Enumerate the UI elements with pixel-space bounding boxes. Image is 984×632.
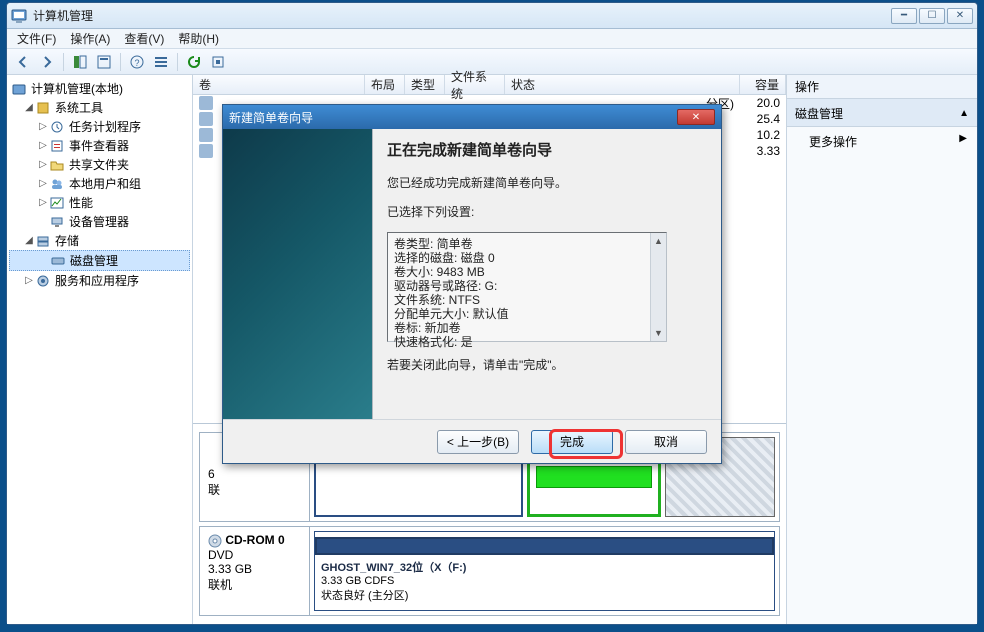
menu-file[interactable]: 文件(F): [17, 30, 56, 47]
tree-disk-management[interactable]: 磁盘管理: [9, 250, 190, 271]
dialog-selected-label: 已选择下列设置:: [387, 203, 707, 220]
show-hide-tree-icon[interactable]: [70, 52, 90, 72]
navigation-tree[interactable]: 计算机管理(本地) ◢ 系统工具 ▷ 任务计划程序 ▷ 事件查看器 ▷ 共享文件…: [7, 75, 193, 624]
dialog-sidebar-image: [223, 129, 373, 419]
tree-performance[interactable]: ▷ 性能: [9, 193, 190, 212]
col-capacity[interactable]: 容量: [740, 75, 786, 94]
list-view-icon[interactable]: [151, 52, 171, 72]
menubar: 文件(F) 操作(A) 查看(V) 帮助(H): [7, 29, 977, 49]
col-layout[interactable]: 布局: [365, 75, 405, 94]
svg-text:?: ?: [134, 58, 139, 68]
dialog-success-msg: 您已经成功完成新建简单卷向导。: [387, 174, 707, 191]
refresh-icon[interactable]: [184, 52, 204, 72]
cdrom-partition-wrap: GHOST_WIN7_32位（X（F:) 3.33 GB CDFS 状态良好 (…: [310, 527, 779, 615]
dialog-heading: 正在完成新建简单卷向导: [387, 139, 707, 160]
settings-icon[interactable]: [208, 52, 228, 72]
dialog-close-button[interactable]: ✕: [677, 109, 715, 125]
disk-block-cdrom[interactable]: CD-ROM 0 DVD 3.33 GB 联机 GHOST_WIN7_32位（X…: [199, 526, 780, 616]
cdrom-label: CD-ROM 0: [225, 533, 284, 547]
tree-event-viewer[interactable]: ▷ 事件查看器: [9, 136, 190, 155]
close-button[interactable]: ✕: [947, 8, 973, 24]
collapse-arrow-icon: ▲: [959, 108, 969, 119]
volume-list-header: 卷 布局 类型 文件系统 状态 容量: [193, 75, 786, 95]
tree-services-apps[interactable]: ▷ 服务和应用程序: [9, 271, 190, 290]
dialog-settings-list[interactable]: 卷类型: 简单卷 选择的磁盘: 磁盘 0 卷大小: 9483 MB 驱动器号或路…: [387, 232, 667, 342]
finish-button[interactable]: 完成: [531, 430, 613, 454]
tree-local-users[interactable]: ▷ 本地用户和组: [9, 174, 190, 193]
tree-device-manager[interactable]: 设备管理器: [9, 212, 190, 231]
partition-status: 状态良好 (主分区): [321, 590, 408, 602]
actions-more[interactable]: 更多操作 ▶: [787, 127, 977, 156]
tree-root[interactable]: 计算机管理(本地): [9, 79, 190, 98]
col-type[interactable]: 类型: [405, 75, 445, 94]
col-filesystem[interactable]: 文件系统: [445, 75, 505, 94]
tree-system-tools[interactable]: ◢ 系统工具: [9, 98, 190, 117]
cdrom-size: 3.33 GB: [208, 562, 252, 576]
tree-shared-folders[interactable]: ▷ 共享文件夹: [9, 155, 190, 174]
help-icon[interactable]: ?: [127, 52, 147, 72]
dialog-content: 正在完成新建简单卷向导 您已经成功完成新建简单卷向导。 已选择下列设置: 卷类型…: [373, 129, 721, 419]
actions-pane: 操作 磁盘管理 ▲ 更多操作 ▶: [787, 75, 977, 624]
tree-task-scheduler[interactable]: ▷ 任务计划程序: [9, 117, 190, 136]
actions-header: 操作: [787, 75, 977, 99]
app-icon: [11, 8, 27, 24]
cdrom-type: DVD: [208, 548, 233, 562]
back-icon[interactable]: [13, 52, 33, 72]
cancel-button[interactable]: 取消: [625, 430, 707, 454]
scroll-up-icon[interactable]: ▲: [651, 233, 666, 249]
titlebar: 计算机管理 ━ ☐ ✕: [7, 3, 977, 29]
partition-size: 3.33 GB CDFS: [321, 575, 394, 587]
dialog-footer: < 上一步(B) 完成 取消: [223, 419, 721, 463]
scroll-down-icon[interactable]: ▼: [651, 325, 666, 341]
back-button[interactable]: < 上一步(B): [437, 430, 519, 454]
window-title: 计算机管理: [33, 7, 891, 24]
cdrom-state: 联机: [208, 578, 232, 592]
submenu-arrow-icon: ▶: [959, 133, 967, 150]
minimize-button[interactable]: ━: [891, 8, 917, 24]
actions-section[interactable]: 磁盘管理 ▲: [787, 99, 977, 127]
menu-view[interactable]: 查看(V): [124, 30, 164, 47]
dialog-title: 新建简单卷向导: [229, 109, 313, 126]
window-controls: ━ ☐ ✕: [891, 8, 973, 24]
forward-icon[interactable]: [37, 52, 57, 72]
cdrom-label-box: CD-ROM 0 DVD 3.33 GB 联机: [200, 527, 310, 615]
col-status[interactable]: 状态: [505, 75, 740, 94]
tree-storage[interactable]: ◢ 存储: [9, 231, 190, 250]
col-volume[interactable]: 卷: [193, 75, 365, 94]
new-simple-volume-wizard-dialog: 新建简单卷向导 ✕ 正在完成新建简单卷向导 您已经成功完成新建简单卷向导。 已选…: [222, 104, 722, 464]
menu-help[interactable]: 帮助(H): [178, 30, 219, 47]
partition-title: GHOST_WIN7_32位（X（F:): [321, 562, 466, 574]
properties-icon[interactable]: [94, 52, 114, 72]
menu-action[interactable]: 操作(A): [70, 30, 110, 47]
dialog-titlebar: 新建简单卷向导 ✕: [223, 105, 721, 129]
settings-scrollbar[interactable]: ▲ ▼: [650, 233, 666, 341]
maximize-button[interactable]: ☐: [919, 8, 945, 24]
